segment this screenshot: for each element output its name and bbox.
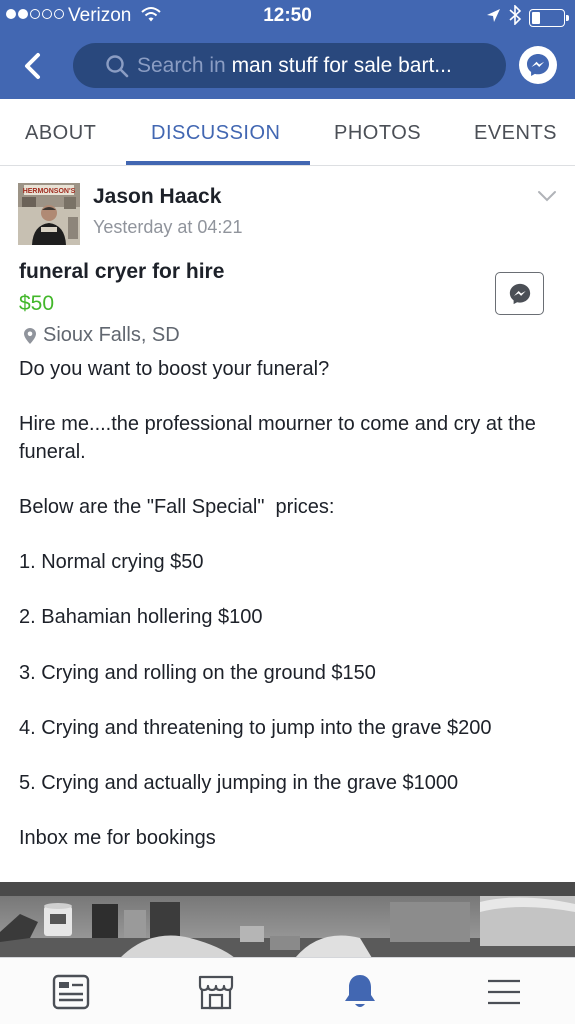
battery-icon — [529, 9, 569, 27]
nav-news-feed[interactable] — [49, 970, 93, 1014]
bell-icon — [345, 975, 375, 1007]
status-bar: Verizon 12:50 — [0, 0, 575, 32]
bluetooth-icon — [509, 4, 522, 31]
price-list-item: 4. Crying and threatening to jump into t… — [19, 716, 492, 739]
tab-about[interactable]: ABOUT — [25, 99, 96, 166]
search-text: Search in man stuff for sale bart... — [137, 54, 452, 78]
body-line: Inbox me for bookings — [19, 827, 216, 850]
post-timestamp[interactable]: Yesterday at 04:21 — [93, 217, 242, 238]
messenger-button[interactable] — [519, 46, 557, 84]
messenger-icon — [509, 283, 530, 304]
search-icon — [106, 54, 129, 77]
post-body: Do you want to boost your funeral? Hire … — [19, 356, 559, 853]
bottom-navigation — [0, 957, 575, 1024]
top-bar: Verizon 12:50 Search in man stuff for sa… — [0, 0, 575, 99]
search-prefix: Search in — [137, 53, 226, 77]
author-name[interactable]: Jason Haack — [93, 185, 221, 209]
listing-price: $50 — [19, 292, 55, 315]
group-tabs: ABOUT DISCUSSION PHOTOS EVENTS — [0, 99, 575, 166]
message-seller-button[interactable] — [495, 272, 544, 315]
chevron-down-icon — [538, 191, 556, 202]
location-arrow-icon — [486, 7, 501, 29]
marketplace-icon — [198, 975, 234, 1010]
nav-marketplace[interactable] — [194, 970, 238, 1014]
avatar-sign: HERMONSON'S — [23, 188, 76, 195]
location-text: Sioux Falls, SD — [43, 324, 180, 346]
tab-photos[interactable]: PHOTOS — [334, 99, 421, 166]
tab-events[interactable]: EVENTS — [474, 99, 557, 166]
active-tab-indicator — [126, 161, 310, 165]
price-list-item: 2. Bahamian hollering $100 — [19, 606, 263, 629]
location-pin-icon — [24, 327, 36, 344]
tab-discussion[interactable]: DISCUSSION — [151, 99, 280, 166]
body-line: Hire me....the professional mourner to c… — [19, 413, 536, 463]
news-feed-icon — [52, 974, 90, 1010]
post-photo[interactable] — [0, 882, 575, 958]
back-button[interactable] — [16, 48, 48, 84]
search-input[interactable]: Search in man stuff for sale bart... — [73, 43, 506, 88]
body-line: Below are the "Fall Special" prices: — [19, 495, 335, 518]
post-options-button[interactable] — [535, 188, 559, 208]
nav-menu[interactable] — [482, 970, 526, 1014]
avatar[interactable]: HERMONSON'S — [18, 183, 80, 245]
nav-notifications[interactable] — [338, 970, 382, 1014]
chevron-left-icon — [25, 53, 40, 79]
price-list-item: 5. Crying and actually jumping in the gr… — [19, 771, 459, 794]
price-list-item: 3. Crying and rolling on the ground $150 — [19, 661, 376, 684]
listing-location: Sioux Falls, SD — [19, 324, 180, 347]
search-query: man stuff for sale bart... — [231, 53, 452, 77]
price-list-item: 1. Normal crying $50 — [19, 551, 204, 574]
body-line: Do you want to boost your funeral? — [19, 358, 330, 380]
messenger-icon — [527, 54, 549, 76]
menu-icon — [488, 979, 520, 1005]
listing-title: funeral cryer for hire — [19, 260, 225, 283]
